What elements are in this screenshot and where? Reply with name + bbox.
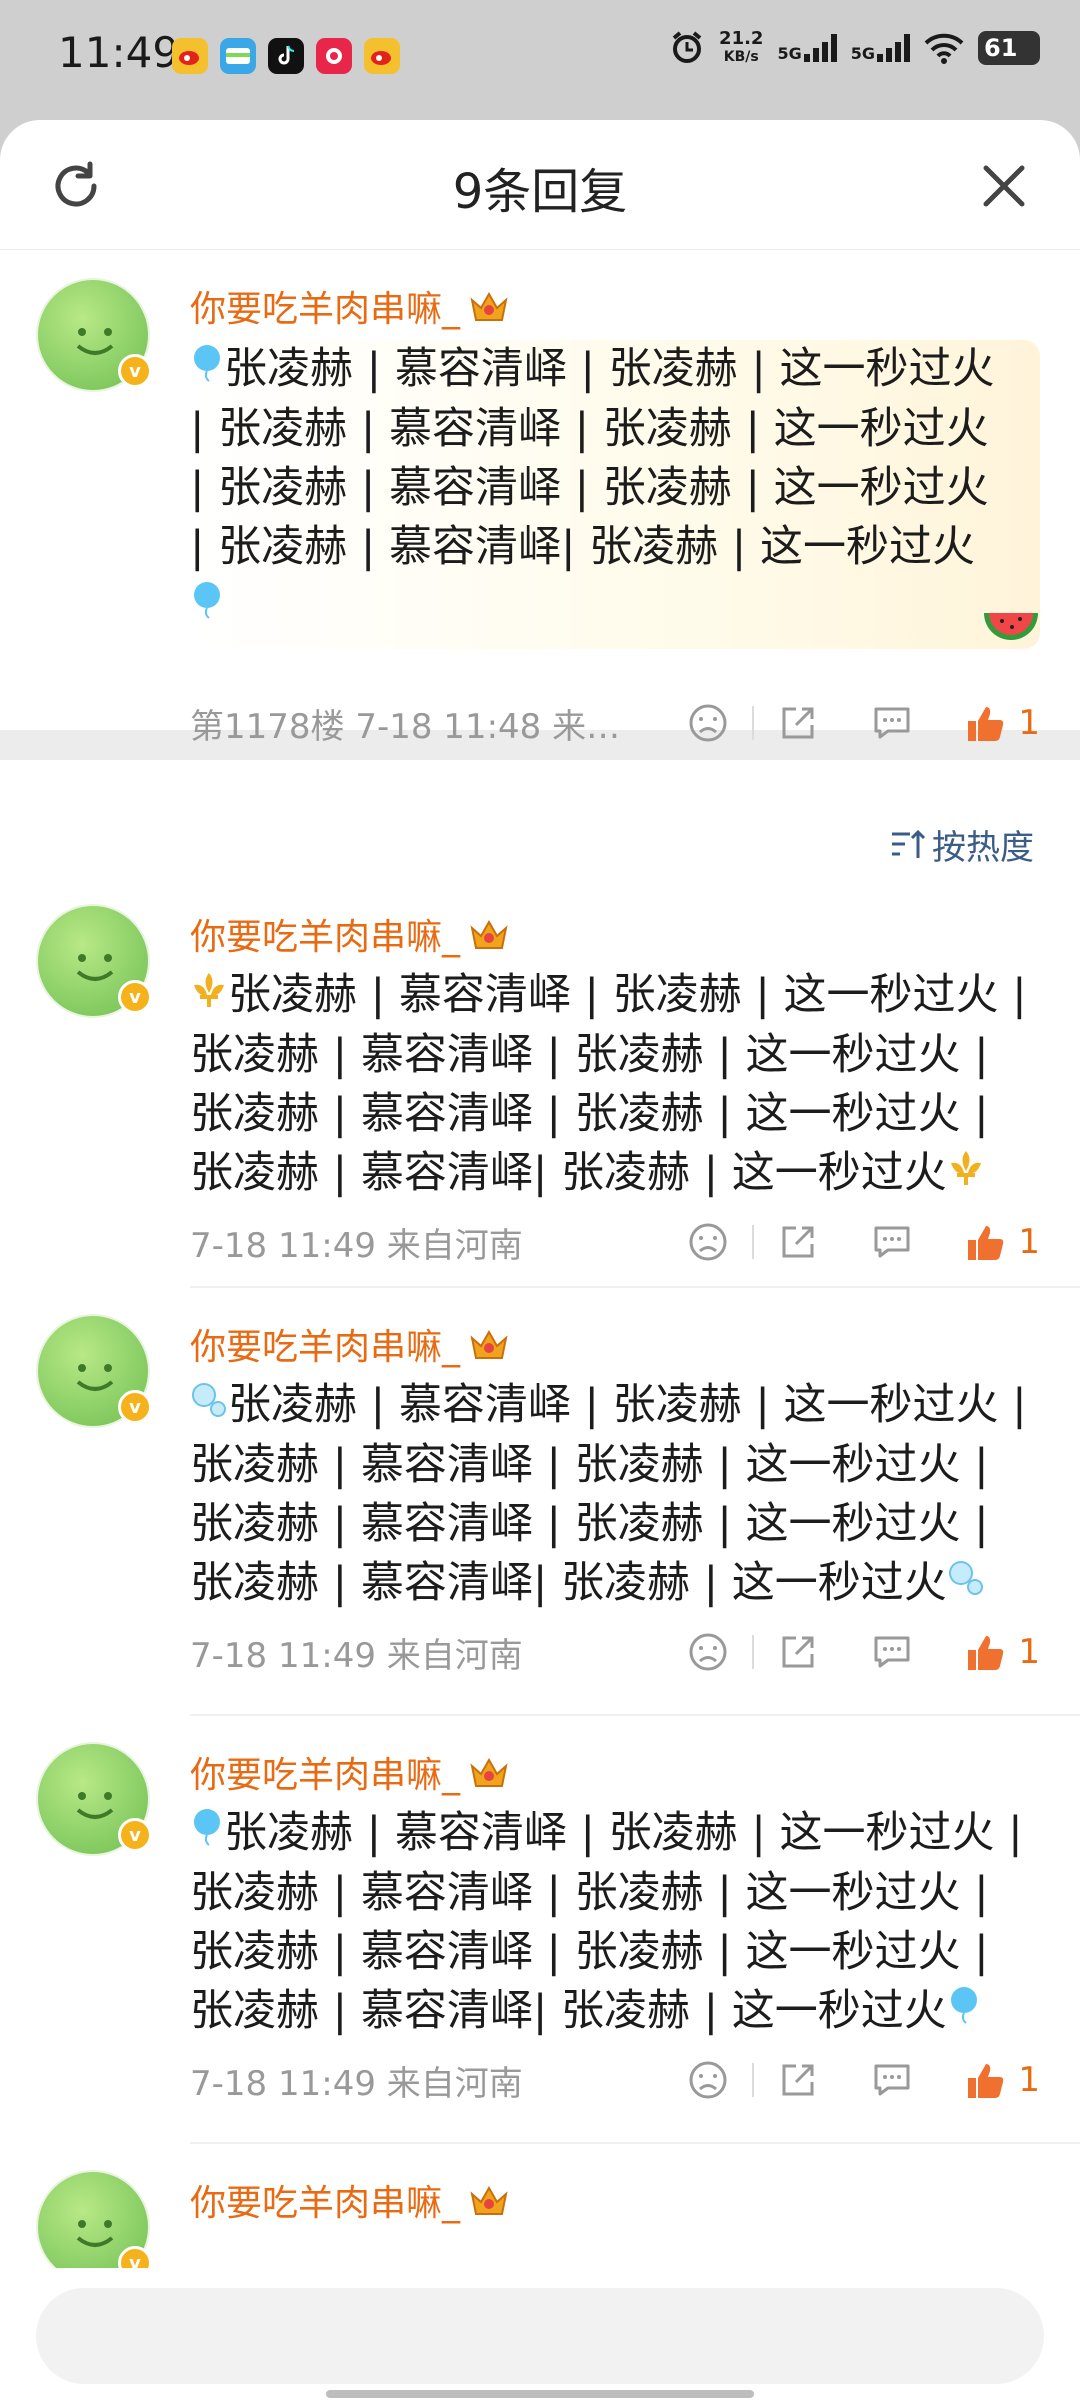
avatar[interactable]: v (36, 278, 152, 392)
crown-icon (470, 2185, 508, 2215)
dislike-icon[interactable] (686, 2058, 730, 2102)
like-count: 1 (1018, 1222, 1040, 1262)
comment-icon[interactable] (870, 1630, 914, 1674)
comment-body: 张凌赫 | 慕容清峄 | 张凌赫 | 这一秒过火 | 张凌赫 | 慕容清峄 | … (190, 1376, 1040, 1614)
divider (752, 1635, 755, 1669)
avatar[interactable]: v (36, 904, 152, 1018)
replies-sheet: 9条回复 v 你要吃羊肉串嘛_ 张凌赫 | 慕容清峄 | 张凌赫 | 这一秒过火… (0, 120, 1080, 2400)
crown-icon (470, 1329, 508, 1359)
pinduoduo-icon (316, 38, 352, 74)
sort-row: 按热度 (0, 760, 1080, 888)
balloon-icon (190, 341, 224, 400)
comment-meta: 第1178楼 7-18 11:48 来… 1 (190, 693, 1040, 753)
wallet-icon (220, 38, 256, 74)
reply-input[interactable] (36, 2288, 1044, 2384)
system-icons: 21.2 KB/s 5G 5G 61 (669, 30, 1040, 66)
signal-bars-icon (803, 34, 837, 62)
avatar[interactable]: v (36, 2170, 152, 2284)
comment-timestamp: 7-18 11:49 来自河南 (190, 1225, 523, 1266)
watermelon-icon (984, 613, 1038, 640)
wifi-icon (924, 33, 964, 64)
comment-meta: 7-18 11:49 来自河南 1 (190, 2050, 1040, 2110)
signal-1: 5G (777, 34, 837, 62)
comment-icon[interactable] (870, 2058, 914, 2102)
verified-icon: v (118, 354, 152, 388)
sheet-header: 9条回复 (0, 120, 1080, 250)
verified-icon: v (118, 1390, 152, 1424)
comment-icon[interactable] (870, 701, 914, 745)
share-icon[interactable] (776, 1220, 820, 1264)
status-time: 11:49 (58, 28, 180, 77)
reply-item: v 你要吃羊肉串嘛_ 张凌赫 | 慕容清峄 | 张凌赫 | 这一秒过火 | 张凌… (0, 1716, 1080, 2142)
weibo-icon (172, 38, 208, 74)
notification-icons (172, 38, 400, 74)
like-count: 1 (1018, 703, 1040, 743)
share-icon[interactable] (776, 1630, 820, 1674)
avatar[interactable]: v (36, 1314, 152, 1428)
avatar[interactable]: v (36, 1742, 152, 1856)
network-speed: 21.2 KB/s (719, 28, 764, 66)
comment-body: 张凌赫 | 慕容清峄 | 张凌赫 | 这一秒过火 | 张凌赫 | 慕容清峄 | … (190, 1804, 1040, 2042)
divider (752, 2063, 755, 2097)
bubbles-icon (190, 1377, 228, 1436)
comment-username[interactable]: 你要吃羊肉串嘛_ (190, 908, 1040, 960)
comment-icon[interactable] (870, 1220, 914, 1264)
fleur-de-lis-icon (190, 967, 228, 1026)
balloon-icon (190, 1805, 224, 1864)
comment-username[interactable]: 你要吃羊肉串嘛_ (190, 280, 1040, 332)
comment-meta: 7-18 11:49 来自河南 1 (190, 1622, 1040, 1682)
reply-item: v 你要吃羊肉串嘛_ 张凌赫 | 慕容清峄 | 张凌赫 | 这一秒过火 | 张凌… (0, 888, 1080, 1286)
like-icon[interactable] (964, 2058, 1008, 2102)
comment-username[interactable]: 你要吃羊肉串嘛_ (190, 2174, 1040, 2226)
like-count: 1 (1018, 1632, 1040, 1672)
battery-indicator: 61 (978, 31, 1040, 65)
balloon-icon (190, 578, 224, 637)
crown-icon (470, 291, 508, 321)
crown-icon (470, 1757, 508, 1787)
sort-button[interactable]: 按热度 (890, 820, 1034, 869)
comment-username[interactable]: 你要吃羊肉串嘛_ (190, 1318, 1040, 1370)
share-icon[interactable] (776, 2058, 820, 2102)
comment-username[interactable]: 你要吃羊肉串嘛_ (190, 1746, 1040, 1798)
reply-item: v 你要吃羊肉串嘛_ 张凌赫 | 慕容清峄 | 张凌赫 | 这一秒过火 | 张凌… (0, 1288, 1080, 1714)
signal-bars-icon-2 (877, 34, 910, 62)
like-icon[interactable] (964, 701, 1008, 745)
comment-body: 张凌赫 | 慕容清峄 | 张凌赫 | 这一秒过火 | 张凌赫 | 慕容清峄 | … (190, 966, 1040, 1204)
tiktok-icon (268, 38, 304, 74)
dislike-icon[interactable] (686, 701, 730, 745)
divider (752, 706, 755, 740)
like-icon[interactable] (964, 1220, 1008, 1264)
weibo-icon-2 (364, 38, 400, 74)
crown-icon (470, 919, 508, 949)
dislike-icon[interactable] (686, 1220, 730, 1264)
sort-icon (892, 829, 926, 858)
verified-icon: v (118, 1818, 152, 1852)
comment-timestamp: 7-18 11:49 来自河南 (190, 2063, 523, 2104)
reply-input-bar (0, 2268, 1080, 2400)
sheet-title: 9条回复 (452, 164, 628, 220)
alarm-icon (672, 31, 702, 63)
dislike-icon[interactable] (686, 1630, 730, 1674)
status-bar: 11:49 21.2 KB/s 5G 5G 61 (0, 0, 1080, 118)
comment-timestamp: 第1178楼 7-18 11:48 来… (190, 706, 621, 747)
signal-2: 5G (851, 34, 910, 62)
balloon-icon (947, 1983, 981, 2042)
verified-icon: v (118, 980, 152, 1014)
divider (752, 1225, 755, 1259)
share-icon[interactable] (776, 701, 820, 745)
like-icon[interactable] (964, 1630, 1008, 1674)
close-icon[interactable] (976, 158, 1032, 214)
fleur-de-lis-icon (947, 1145, 985, 1204)
like-count: 1 (1018, 2060, 1040, 2100)
home-indicator[interactable] (326, 2390, 754, 2398)
comment-body: 张凌赫 | 慕容清峄 | 张凌赫 | 这一秒过火 | 张凌赫 | 慕容清峄 | … (190, 340, 1040, 649)
pinned-comment: v 你要吃羊肉串嘛_ 张凌赫 | 慕容清峄 | 张凌赫 | 这一秒过火 | 张凌… (0, 250, 1080, 747)
comment-timestamp: 7-18 11:49 来自河南 (190, 1635, 523, 1676)
bubbles-icon (947, 1555, 985, 1614)
comment-meta: 7-18 11:49 来自河南 1 (190, 1212, 1040, 1272)
